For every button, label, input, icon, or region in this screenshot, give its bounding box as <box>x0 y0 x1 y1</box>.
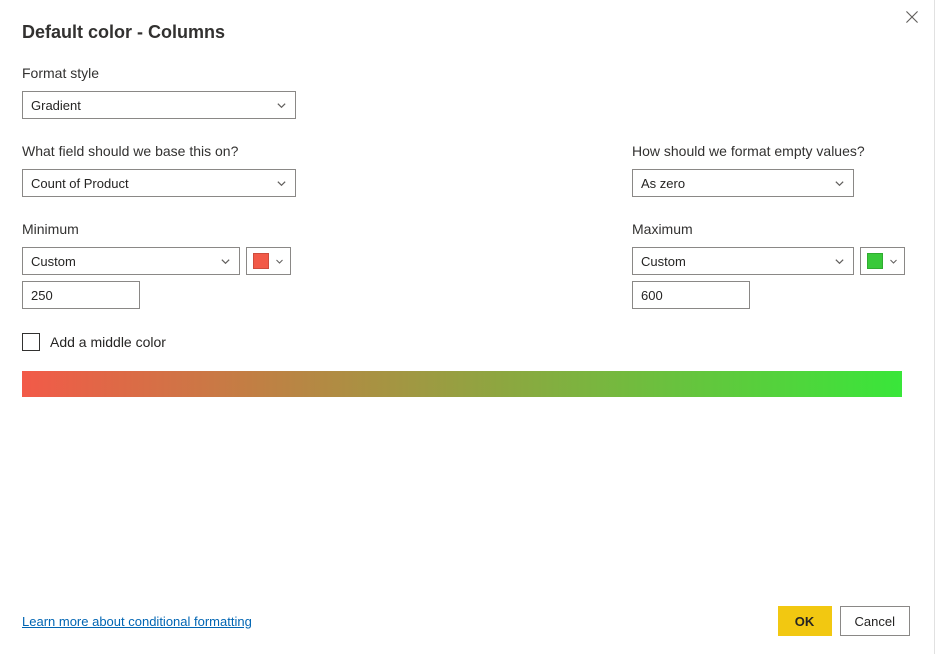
chevron-down-icon <box>275 257 284 266</box>
learn-more-link[interactable]: Learn more about conditional formatting <box>22 614 252 629</box>
chevron-down-icon <box>220 256 231 267</box>
maximum-mode-select[interactable]: Custom <box>632 247 854 275</box>
empty-values-select[interactable]: As zero <box>632 169 854 197</box>
minimum-value-input[interactable]: 250 <box>22 281 140 309</box>
format-style-label: Format style <box>22 65 910 81</box>
format-style-value: Gradient <box>31 98 81 113</box>
maximum-value-input[interactable]: 600 <box>632 281 750 309</box>
based-on-value: Count of Product <box>31 176 129 191</box>
gradient-preview <box>22 371 902 397</box>
close-icon <box>905 10 919 27</box>
empty-values-label: How should we format empty values? <box>632 143 912 159</box>
chevron-down-icon <box>834 256 845 267</box>
minimum-value: 250 <box>31 288 53 303</box>
dialog-title: Default color - Columns <box>22 22 910 43</box>
cancel-button-label: Cancel <box>855 614 895 629</box>
ok-button[interactable]: OK <box>778 606 832 636</box>
add-middle-color-checkbox[interactable] <box>22 333 40 351</box>
maximum-label: Maximum <box>632 221 912 237</box>
chevron-down-icon <box>889 257 898 266</box>
format-style-select[interactable]: Gradient <box>22 91 296 119</box>
minimum-mode-select[interactable]: Custom <box>22 247 240 275</box>
chevron-down-icon <box>276 100 287 111</box>
empty-values-value: As zero <box>641 176 685 191</box>
close-button[interactable] <box>900 6 924 30</box>
maximum-color-swatch <box>867 253 883 269</box>
based-on-label: What field should we base this on? <box>22 143 322 159</box>
cancel-button[interactable]: Cancel <box>840 606 910 636</box>
minimum-mode-value: Custom <box>31 254 76 269</box>
maximum-mode-value: Custom <box>641 254 686 269</box>
maximum-value: 600 <box>641 288 663 303</box>
based-on-select[interactable]: Count of Product <box>22 169 296 197</box>
minimum-color-swatch <box>253 253 269 269</box>
minimum-color-picker[interactable] <box>246 247 291 275</box>
minimum-label: Minimum <box>22 221 322 237</box>
ok-button-label: OK <box>795 614 815 629</box>
chevron-down-icon <box>276 178 287 189</box>
chevron-down-icon <box>834 178 845 189</box>
add-middle-color-label: Add a middle color <box>50 334 166 350</box>
maximum-color-picker[interactable] <box>860 247 905 275</box>
